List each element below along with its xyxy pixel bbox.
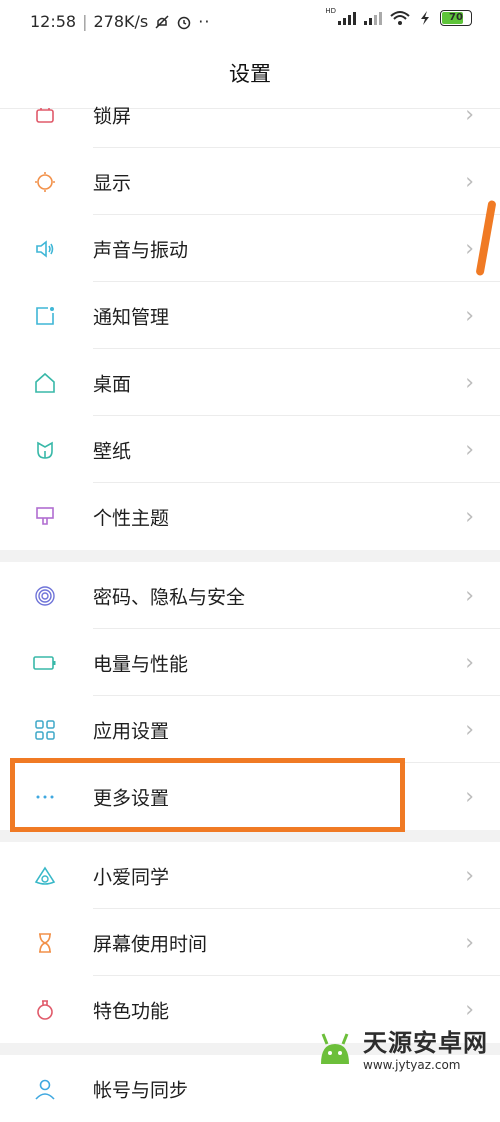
settings-item-label: 特色功能 <box>93 1000 170 1022</box>
watermark: 天源安卓网 www.jytyaz.com <box>313 1023 488 1072</box>
chevron-right-icon: › <box>465 370 474 395</box>
flower-icon <box>32 437 58 463</box>
settings-item-label: 帐号与同步 <box>93 1079 189 1101</box>
chevron-right-icon: › <box>465 650 474 675</box>
chevron-right-icon: › <box>465 784 474 809</box>
watermark-name: 天源安卓网 <box>363 1029 488 1057</box>
chevron-right-icon: › <box>465 437 474 462</box>
section-gap <box>0 550 500 562</box>
settings-list: 锁屏 › 显示 › 声音与振动 › 通知管理 › 桌面 › 壁纸 › 个性主题 … <box>0 102 500 1122</box>
settings-item-label: 屏幕使用时间 <box>93 933 208 955</box>
speaker-icon <box>32 236 58 262</box>
settings-item-privacy-security[interactable]: 密码、隐私与安全 › <box>0 562 500 629</box>
hourglass-icon <box>32 930 58 956</box>
android-logo-icon <box>321 1032 349 1064</box>
settings-item-battery-performance[interactable]: 电量与性能 › <box>0 629 500 696</box>
chevron-right-icon: › <box>465 717 474 742</box>
chevron-right-icon: › <box>465 930 474 955</box>
settings-item-label: 显示 <box>93 172 132 194</box>
settings-item-label: 通知管理 <box>93 306 170 328</box>
settings-item-wallpaper[interactable]: 壁纸 › <box>0 416 500 483</box>
settings-item-label: 声音与振动 <box>93 239 189 261</box>
settings-item-label: 小爱同学 <box>93 866 170 888</box>
settings-item-themes[interactable]: 个性主题 › <box>0 483 500 550</box>
sun-icon <box>32 169 58 195</box>
settings-item-xiaoai[interactable]: 小爱同学 › <box>0 842 500 909</box>
watermark-url: www.jytyaz.com <box>363 1058 461 1072</box>
alarm-icon <box>178 16 191 29</box>
battery-indicator: 70 <box>440 10 472 26</box>
apps-grid-icon <box>32 717 58 743</box>
network-speed: 278K/s <box>93 12 149 31</box>
settings-item-lock-screen[interactable]: 锁屏 › <box>0 81 500 148</box>
settings-item-screen-time[interactable]: 屏幕使用时间 › <box>0 909 500 976</box>
more-notifications-icon: ·· <box>198 12 211 31</box>
brush-icon <box>32 504 58 530</box>
chevron-right-icon: › <box>465 583 474 608</box>
settings-item-notifications[interactable]: 通知管理 › <box>0 282 500 349</box>
status-bar: 12:58 | 278K/s ·· HD 70 <box>0 0 500 44</box>
signal-icon <box>338 11 356 25</box>
notification-icon <box>32 303 58 329</box>
charging-icon <box>421 11 429 25</box>
battery-icon <box>32 650 58 676</box>
settings-item-label: 电量与性能 <box>93 653 189 675</box>
potion-icon <box>32 997 58 1023</box>
fingerprint-icon <box>32 583 58 609</box>
chevron-right-icon: › <box>465 303 474 328</box>
chevron-right-icon: › <box>465 997 474 1022</box>
settings-item-label: 应用设置 <box>93 720 170 742</box>
signal-2-icon <box>364 11 382 25</box>
clock: 12:58 <box>30 12 77 31</box>
home-icon <box>32 370 58 396</box>
chevron-right-icon: › <box>465 102 474 127</box>
settings-item-home-screen[interactable]: 桌面 › <box>0 349 500 416</box>
account-icon <box>32 1076 58 1102</box>
chevron-right-icon: › <box>465 236 474 261</box>
xiaoai-icon <box>32 863 58 889</box>
settings-item-label: 桌面 <box>93 373 132 395</box>
settings-item-label: 密码、隐私与安全 <box>93 586 246 608</box>
settings-item-display[interactable]: 显示 › <box>0 148 500 215</box>
settings-item-sound[interactable]: 声音与振动 › <box>0 215 500 282</box>
settings-item-label: 壁纸 <box>93 440 132 462</box>
settings-item-app-settings[interactable]: 应用设置 › <box>0 696 500 763</box>
settings-item-label: 锁屏 <box>93 105 132 127</box>
hd-badge: HD <box>325 7 336 15</box>
highlight-box <box>10 758 405 832</box>
chevron-right-icon: › <box>465 504 474 529</box>
chevron-right-icon: › <box>465 169 474 194</box>
lock-screen-icon <box>32 102 58 128</box>
wifi-icon <box>390 11 410 25</box>
mute-icon <box>155 14 169 29</box>
settings-item-label: 个性主题 <box>93 507 170 529</box>
chevron-right-icon: › <box>465 863 474 888</box>
